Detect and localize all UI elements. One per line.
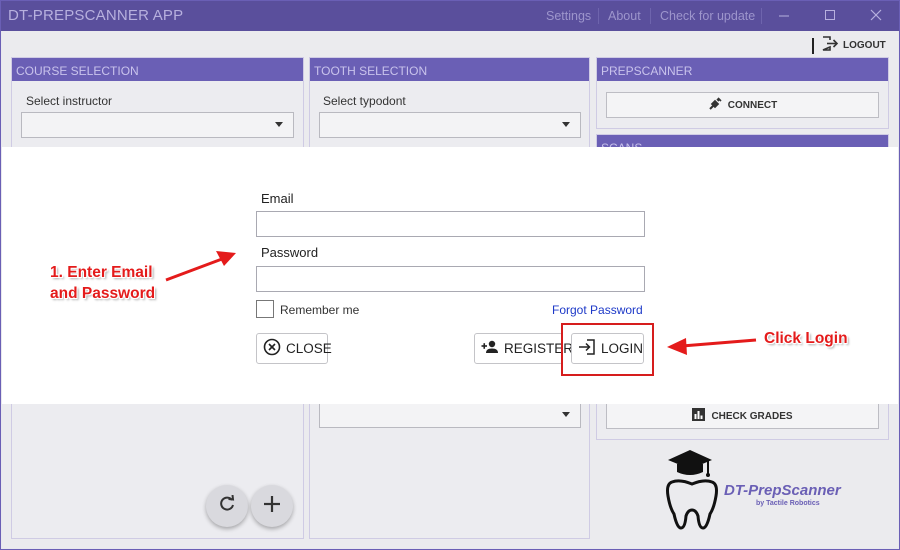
- annotation-click-login: Click Login: [764, 330, 848, 347]
- annotation-step1-line2: and Password: [50, 285, 156, 302]
- annotation-step1: 1. Enter Email and Password: [50, 262, 155, 304]
- arrow-to-email-icon: [165, 251, 236, 282]
- arrow-to-login-icon: [667, 338, 757, 355]
- annotation-step1-line1: 1. Enter Email: [50, 264, 153, 281]
